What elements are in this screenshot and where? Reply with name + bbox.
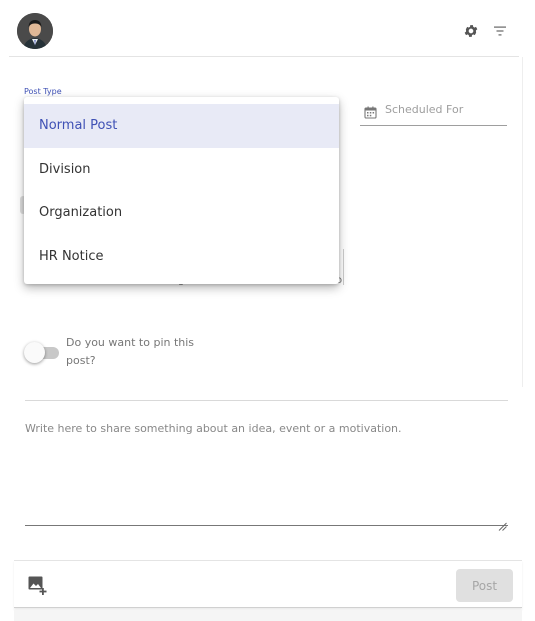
pin-post-label: Do you want to pin this post? (66, 336, 195, 367)
filter-icon[interactable] (492, 23, 508, 39)
user-avatar[interactable] (17, 13, 53, 49)
post-content-input[interactable] (25, 416, 508, 526)
option-normal-post[interactable]: Normal Post (24, 104, 339, 148)
avatar-icon (17, 13, 53, 49)
card-bottom-strip (14, 610, 522, 621)
resize-handle-icon[interactable] (498, 516, 507, 531)
add-image-icon[interactable] (28, 576, 48, 596)
post-header (9, 4, 519, 57)
scheduled-for-placeholder: Scheduled For (385, 103, 464, 116)
scheduled-for-field[interactable]: Scheduled For (360, 98, 507, 126)
post-type-dropdown: Normal Post Division Organization HR Not… (24, 97, 339, 284)
section-divider (25, 400, 508, 401)
option-hr-notice[interactable]: HR Notice (24, 235, 339, 279)
post-type-label: Post Type (24, 87, 62, 96)
post-footer: Post (14, 560, 522, 608)
option-organization[interactable]: Organization (24, 191, 339, 235)
pin-toggle-knob[interactable] (24, 342, 45, 363)
calendar-icon (364, 104, 377, 119)
option-division[interactable]: Division (24, 148, 339, 192)
post-button[interactable]: Post (456, 569, 513, 602)
gear-icon[interactable] (463, 23, 479, 39)
